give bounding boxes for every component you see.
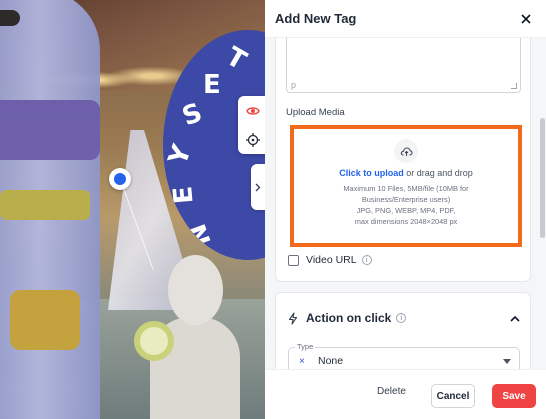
upload-hint: Maximum 10 Files, 5MB/file (10MB for Bus… [297, 183, 515, 227]
dropzone-highlight: Click to upload or drag and drop Maximum… [290, 125, 522, 247]
chevron-right-icon [255, 183, 261, 191]
close-icon [521, 13, 531, 24]
video-url-checkbox[interactable] [288, 254, 299, 266]
tagged-image[interactable]: T E S Y E N [0, 0, 265, 419]
mannequin-top [0, 100, 100, 160]
upload-icon-wrap [394, 139, 418, 163]
description-textarea[interactable]: p [286, 38, 521, 93]
drag-drop-text: or drag and drop [406, 168, 473, 178]
headphones [134, 321, 174, 361]
upload-media-label: Upload Media [286, 107, 345, 118]
action-card: Action on click i Type × None [275, 292, 531, 369]
type-value: None [318, 355, 344, 367]
click-to-upload-link[interactable]: Click to upload [339, 168, 404, 178]
type-label: Type [295, 342, 316, 351]
eye-icon [246, 106, 260, 115]
panel-footer: Delete Cancel Save [265, 369, 546, 419]
caret-down-icon [503, 359, 511, 364]
hint-line: JPG, PNG, WEBP, MP4, PDF, [356, 206, 456, 215]
collapse-panel-button[interactable] [251, 164, 265, 210]
locate-tag-button[interactable] [238, 125, 268, 154]
panel-title: Add New Tag [275, 11, 357, 26]
hint-line: max dimensions 2048×2048 px [354, 217, 458, 226]
visibility-toggle[interactable] [238, 96, 268, 125]
save-button[interactable]: Save [492, 384, 536, 408]
sign-letter: S [178, 97, 207, 133]
tag-marker[interactable] [109, 168, 131, 190]
sign-letter: T [220, 41, 252, 77]
sign-letter: Y [163, 141, 198, 169]
cancel-button[interactable]: Cancel [431, 384, 475, 408]
delete-button[interactable]: Delete [377, 386, 406, 397]
add-tag-panel: Add New Tag p Upload Media Click to uplo… [265, 0, 546, 419]
video-url-label: Video URL [306, 254, 357, 266]
media-card: p Upload Media Click to upload or drag a… [275, 38, 531, 282]
info-icon[interactable]: i [361, 255, 372, 265]
mannequin-belt [0, 190, 90, 220]
panel-header: Add New Tag [265, 0, 546, 38]
image-toolbar [238, 96, 268, 154]
scrollbar-thumb[interactable] [540, 118, 545, 238]
sign-letter: E [203, 70, 221, 100]
hint-line: Maximum 10 Files, 5MB/file (10MB for [343, 184, 469, 193]
editor-path-tag: p [291, 80, 297, 90]
lightning-icon [288, 311, 298, 325]
type-select[interactable]: Type × None [288, 342, 520, 369]
mannequin-left [0, 0, 100, 419]
close-button[interactable] [516, 9, 536, 29]
crosshair-icon [246, 132, 260, 147]
video-url-option: Video URL i [288, 254, 372, 266]
hint-line: Business/Enterprise users) [361, 195, 451, 204]
mannequin-right [134, 255, 240, 419]
clear-type-icon[interactable]: × [299, 356, 305, 367]
dropzone-prompt: Click to upload or drag and drop [297, 168, 515, 178]
panel-body: p Upload Media Click to upload or drag a… [265, 38, 546, 369]
cloud-upload-icon [400, 146, 413, 156]
chevron-up-icon[interactable] [510, 315, 520, 322]
action-title: Action on click [306, 311, 392, 325]
info-icon[interactable]: i [396, 313, 407, 323]
mannequin-bag [10, 290, 80, 350]
resize-handle[interactable] [511, 83, 517, 89]
upload-dropzone[interactable]: Click to upload or drag and drop Maximum… [297, 132, 515, 240]
sunglasses [0, 10, 20, 26]
action-header[interactable]: Action on click i [288, 311, 520, 325]
